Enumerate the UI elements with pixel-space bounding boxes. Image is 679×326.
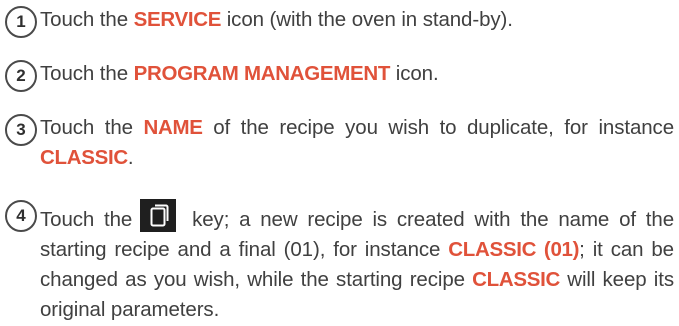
copy-icon-glyph (150, 204, 169, 227)
step-text: Touch the key; a new recipe is created w… (40, 199, 674, 325)
step-number-badge: 3 (5, 114, 37, 146)
step-text: Touch the PROGRAM MANAGEMENT icon. (40, 59, 674, 89)
step-text-part: . (127, 146, 134, 169)
name-keyword: NAME (143, 116, 203, 139)
step-text: Touch the NAME of the recipe you wish to… (40, 113, 674, 173)
step-text-part: icon (with the oven in stand-by). (221, 8, 513, 31)
classic-keyword: CLASSIC (472, 268, 561, 291)
step-text-part: Touch the (40, 62, 134, 85)
step-text-part: icon. (390, 62, 439, 85)
step-text-part: Touch the (40, 208, 133, 231)
copy-icon (140, 199, 177, 232)
step-number-badge: 4 (5, 200, 37, 232)
step-text: Touch the SERVICE icon (with the oven in… (40, 5, 674, 35)
step-text-part: Touch the (40, 8, 134, 31)
service-keyword: SERVICE (133, 8, 222, 31)
classic-keyword: CLASSIC (40, 146, 128, 169)
step-text-part: Touch the (40, 116, 144, 139)
step-number-badge: 2 (5, 60, 37, 92)
classic-01-keyword: CLASSIC (01) (448, 238, 580, 261)
program-management-keyword: PROGRAM MANAGEMENT (133, 62, 391, 85)
step-text-part: of the recipe you wish to duplicate, for… (202, 116, 675, 139)
step-number-badge: 1 (5, 6, 37, 38)
